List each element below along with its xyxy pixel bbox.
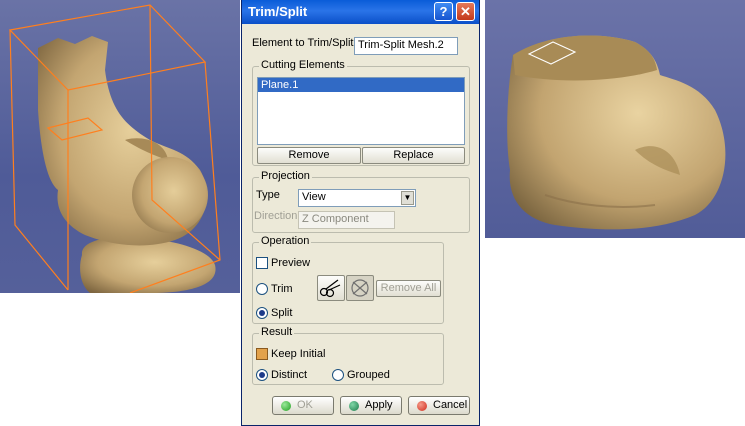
grouped-radio[interactable] [332,369,344,381]
grouped-label: Grouped [347,369,390,381]
apply-button[interactable]: Apply [340,396,402,415]
keep-initial-label: Keep Initial [271,348,326,360]
distinct-label: Distinct [271,369,308,381]
element-to-trim-field[interactable]: Trim-Split Mesh.2 [354,37,458,55]
scissors-icon [319,279,341,298]
cutting-elements-group: Cutting Elements Plane.1 Remove Replace [252,59,470,166]
trim-label: Trim [271,283,293,295]
cutting-elements-title: Cutting Elements [259,59,347,71]
operation-group: Operation Preview Trim Remove All Split [252,235,444,324]
distinct-radio[interactable] [256,369,268,381]
apply-icon [349,401,359,411]
help-icon[interactable]: ? [434,2,453,21]
remove-button[interactable]: Remove [257,147,361,164]
ok-icon [281,401,291,411]
apply-label: Apply [365,399,393,411]
dialog-title: Trim/Split [248,4,308,19]
remove-all-button: Remove All [376,280,441,297]
result-title: Result [259,326,295,338]
type-select-value: View [302,191,326,203]
type-label: Type [256,189,280,201]
trim-radio[interactable] [256,283,268,295]
projection-title: Projection [259,170,312,182]
close-icon[interactable]: ✕ [456,2,475,21]
chevron-down-icon[interactable]: ▼ [401,191,414,205]
preview-label: Preview [271,257,311,269]
list-item[interactable]: Plane.1 [258,78,464,92]
split-label: Split [271,307,293,319]
trimmed-bone-mesh [507,35,726,230]
left-3d-viewport[interactable] [0,0,240,293]
right-3d-viewport[interactable] [485,0,745,238]
cancel-label: Cancel [433,399,468,411]
type-select[interactable]: View ▼ [298,189,416,207]
cancel-button[interactable]: Cancel [408,396,470,415]
cutting-elements-list[interactable]: Plane.1 [257,77,465,145]
dialog-titlebar[interactable]: Trim/Split ? ✕ [242,0,479,24]
remove-cut-button[interactable] [346,275,374,301]
operation-title: Operation [259,235,312,247]
direction-label: Direction [254,210,298,222]
ok-button: OK [272,396,334,415]
element-to-trim-label: Element to Trim/Split [252,37,354,49]
cancel-icon [417,401,427,411]
scissors-button[interactable] [317,275,345,301]
replace-button[interactable]: Replace [362,147,465,164]
cut-remove-icon [351,279,369,297]
split-radio[interactable] [256,307,268,319]
projection-group: Projection Type View ▼ Direction Z Compo… [252,170,470,233]
bone-mesh-with-bounding-box [8,4,221,293]
ok-label: OK [297,399,313,411]
trim-split-dialog: Trim/Split ? ✕ Element to Trim/Split Tri… [241,0,480,426]
keep-initial-checkbox[interactable] [256,348,268,360]
direction-field: Z Component [298,211,395,229]
result-group: Result Keep Initial Distinct Grouped [252,326,444,385]
preview-checkbox[interactable] [256,257,268,269]
